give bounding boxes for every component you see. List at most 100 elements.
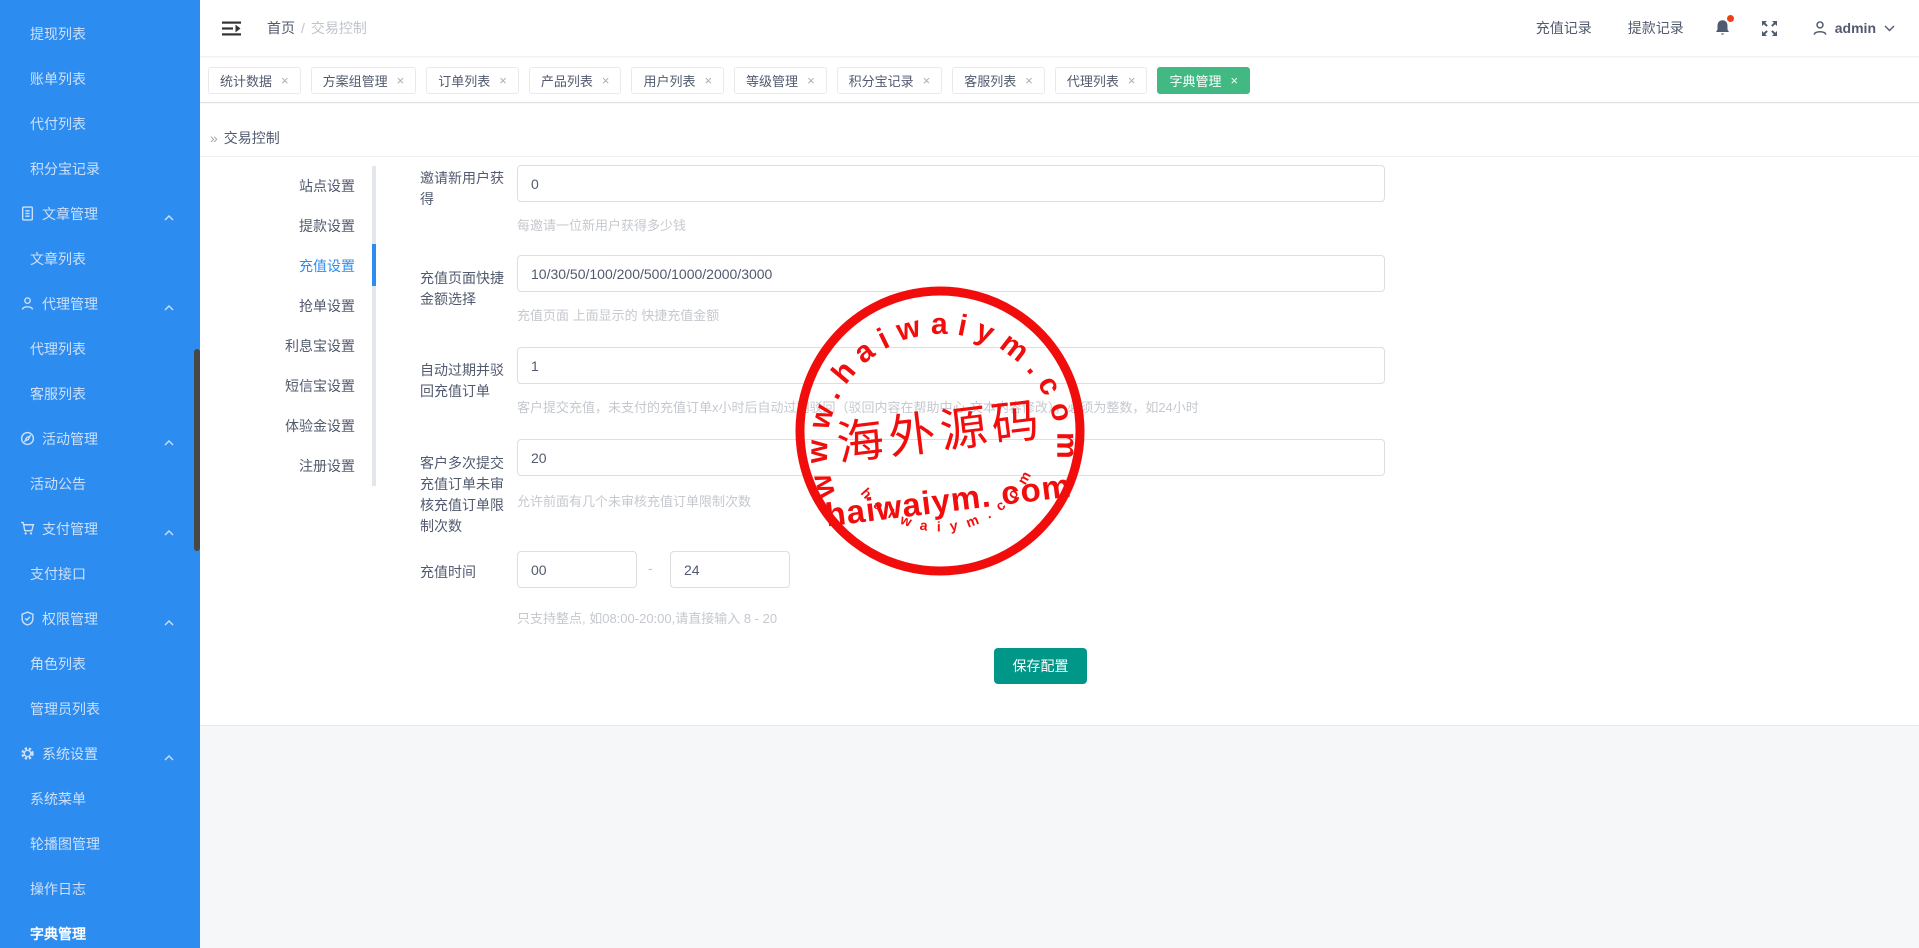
sidebar-item-label: 活动公告 xyxy=(30,474,86,494)
sidebar-item-label: 积分宝记录 xyxy=(30,159,100,179)
sidebar-item-label: 客服列表 xyxy=(30,384,86,404)
tab-item[interactable]: 等级管理× xyxy=(734,67,827,94)
submenu-item-withdraw-settings[interactable]: 提款设置 xyxy=(200,206,355,246)
sidebar-item-label: 字典管理 xyxy=(30,924,86,944)
invite-reward-input[interactable] xyxy=(517,165,1385,202)
sidebar-item-bill-list[interactable]: 账单列表 xyxy=(0,56,200,101)
sidebar-group-activities[interactable]: 活动管理 xyxy=(0,416,200,461)
submenu-item-interest-settings[interactable]: 利息宝设置 xyxy=(200,326,355,366)
sidebar-menu: 提现列表 账单列表 代付列表 积分宝记录 文章管理 文章列表 代理管理 代理列表… xyxy=(0,0,200,948)
tab-close-icon[interactable]: × xyxy=(397,74,405,87)
sidebar-group-articles[interactable]: 文章管理 xyxy=(0,191,200,236)
submenu-item-trial-settings[interactable]: 体验金设置 xyxy=(200,406,355,446)
tab-item[interactable]: 订单列表× xyxy=(426,67,519,94)
shield-check-icon xyxy=(20,611,35,626)
sidebar-item-payment-api[interactable]: 支付接口 xyxy=(0,551,200,596)
sidebar-group-system-settings[interactable]: 系统设置 xyxy=(0,731,200,776)
chevron-up-icon xyxy=(164,613,174,629)
sidebar-group-label: 活动管理 xyxy=(42,429,98,449)
sidebar-item-label: 操作日志 xyxy=(30,879,86,899)
tab-label: 用户列表 xyxy=(643,71,695,90)
sidebar-item-service-list[interactable]: 客服列表 xyxy=(0,371,200,416)
time-from-input[interactable] xyxy=(517,551,637,588)
chevron-up-icon xyxy=(164,748,174,764)
tab-item-active[interactable]: 字典管理× xyxy=(1157,67,1250,94)
user-avatar-icon xyxy=(1812,20,1828,36)
fullscreen-icon[interactable] xyxy=(1761,20,1778,37)
tab-close-icon[interactable]: × xyxy=(1128,74,1136,87)
sidebar-item-dictionary-mgmt[interactable]: 字典管理 xyxy=(0,911,200,948)
sidebar-group-agents[interactable]: 代理管理 xyxy=(0,281,200,326)
sidebar-item-label: 代理列表 xyxy=(30,339,86,359)
tab-item[interactable]: 用户列表 × xyxy=(631,67,724,94)
sidebar-item-withdraw-list[interactable]: 提现列表 xyxy=(0,11,200,56)
user-menu[interactable]: admin xyxy=(1812,20,1895,36)
field-help: 每邀请一位新用户获得多少钱 xyxy=(517,215,686,234)
sidebar-item-activity-notice[interactable]: 活动公告 xyxy=(0,461,200,506)
field-label: 自动过期并驳回充值订单 xyxy=(420,360,508,402)
save-config-button[interactable]: 保存配置 xyxy=(994,648,1087,684)
person-icon xyxy=(20,296,35,311)
submenu-item-register-settings[interactable]: 注册设置 xyxy=(200,446,355,486)
tab-close-icon[interactable]: × xyxy=(499,74,507,87)
tab-close-icon[interactable]: × xyxy=(923,74,931,87)
tab-item[interactable]: 代理列表× xyxy=(1055,67,1148,94)
field-label: 客户多次提交充值订单未审核充值订单限制次数 xyxy=(420,453,508,537)
submenu-item-sms-settings[interactable]: 短信宝设置 xyxy=(200,366,355,406)
sidebar-group-permissions[interactable]: 权限管理 xyxy=(0,596,200,641)
pending-limit-input[interactable] xyxy=(517,439,1385,476)
tab-item[interactable]: 统计数据 × xyxy=(208,67,301,94)
sidebar-item-role-list[interactable]: 角色列表 xyxy=(0,641,200,686)
tab-item[interactable]: 客服列表 × xyxy=(952,67,1045,94)
sidebar-item-article-list[interactable]: 文章列表 xyxy=(0,236,200,281)
tab-item[interactable]: 积分宝记录× xyxy=(837,67,943,94)
tab-item[interactable]: 产品列表 × xyxy=(529,67,622,94)
field-help: 客户提交充值，未支付的充值订单x小时后自动过期驳回（驳回内容在帮助中心-文本内容… xyxy=(517,397,1199,416)
tab-close-icon[interactable]: × xyxy=(807,74,815,87)
sidebar-scrollbar[interactable] xyxy=(194,349,200,551)
tab-close-icon[interactable]: × xyxy=(602,74,610,87)
tab-label: 客服列表 xyxy=(964,71,1016,90)
sidebar-item-agent-list[interactable]: 代理列表 xyxy=(0,326,200,371)
sidebar-item-operation-log[interactable]: 操作日志 xyxy=(0,866,200,911)
sidebar-item-label: 账单列表 xyxy=(30,69,86,89)
auto-expire-input[interactable] xyxy=(517,347,1385,384)
sidebar-group-label: 代理管理 xyxy=(42,294,98,314)
sidebar-group-payments[interactable]: 支付管理 xyxy=(0,506,200,551)
notification-dot xyxy=(1727,15,1734,22)
tab-label: 方案组管理 xyxy=(323,71,388,90)
page-title: »交易控制 xyxy=(210,128,280,148)
collapse-menu-icon[interactable] xyxy=(222,21,241,36)
tab-label: 产品列表 xyxy=(541,71,593,90)
breadcrumb-home[interactable]: 首页 xyxy=(267,20,295,36)
cart-icon xyxy=(20,521,35,536)
chevron-down-icon xyxy=(1884,25,1895,32)
header-actions: 充值记录 提款记录 admin xyxy=(1500,18,1919,38)
time-to-input[interactable] xyxy=(670,551,790,588)
sidebar-item-label: 系统菜单 xyxy=(30,789,86,809)
notification-bell-icon[interactable] xyxy=(1714,19,1731,37)
chevron-up-icon xyxy=(164,208,174,224)
tab-label: 统计数据 xyxy=(220,71,272,90)
time-separator: - xyxy=(648,560,653,576)
sidebar-item-carousel-mgmt[interactable]: 轮播图管理 xyxy=(0,821,200,866)
submenu-item-site-settings[interactable]: 站点设置 xyxy=(200,166,355,206)
quick-amounts-input[interactable] xyxy=(517,255,1385,292)
submenu-item-recharge-settings[interactable]: 充值设置 xyxy=(200,246,355,286)
sidebar-item-payment-list[interactable]: 代付列表 xyxy=(0,101,200,146)
title-divider xyxy=(200,156,1919,157)
submenu-item-grab-settings[interactable]: 抢单设置 xyxy=(200,286,355,326)
withdraw-records-link[interactable]: 提款记录 xyxy=(1628,18,1684,38)
tab-close-icon[interactable]: × xyxy=(281,74,289,87)
recharge-records-link[interactable]: 充值记录 xyxy=(1536,18,1592,38)
sidebar-item-admin-list[interactable]: 管理员列表 xyxy=(0,686,200,731)
tab-close-icon[interactable]: × xyxy=(1231,74,1239,87)
tab-item[interactable]: 方案组管理 × xyxy=(311,67,417,94)
chevron-up-icon xyxy=(164,433,174,449)
tab-close-icon[interactable]: × xyxy=(704,74,712,87)
sidebar-item-points-records[interactable]: 积分宝记录 xyxy=(0,146,200,191)
document-icon xyxy=(20,206,35,221)
sidebar-group-label: 系统设置 xyxy=(42,744,98,764)
sidebar-item-system-menu[interactable]: 系统菜单 xyxy=(0,776,200,821)
tab-close-icon[interactable]: × xyxy=(1025,74,1033,87)
